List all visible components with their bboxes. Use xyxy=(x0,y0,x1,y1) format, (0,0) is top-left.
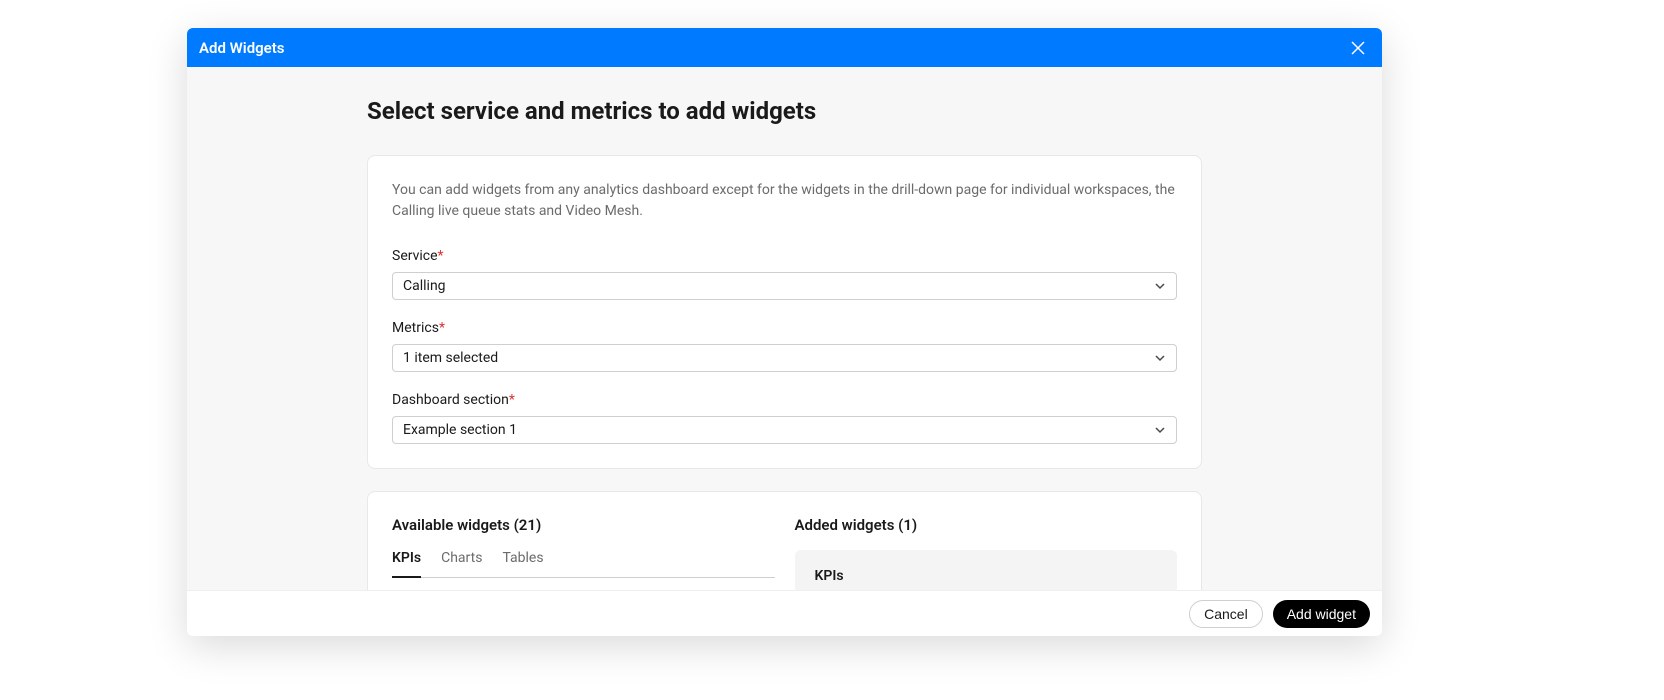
dashboard-section-label: Dashboard section* xyxy=(392,392,1177,408)
added-widgets-column: Added widgets (1) KPIs Avg. Call Leg Aud… xyxy=(795,516,1178,590)
added-widgets-heading: Added widgets (1) xyxy=(795,516,1178,534)
chevron-down-icon xyxy=(1154,424,1166,436)
form-card: You can add widgets from any analytics d… xyxy=(367,155,1202,469)
widgets-columns: Available widgets (21) KPIs Charts Table… xyxy=(392,516,1177,590)
close-button[interactable] xyxy=(1346,36,1370,60)
metrics-value: 1 item selected xyxy=(403,350,498,366)
required-marker: * xyxy=(439,320,445,336)
dashboard-section-select[interactable]: Example section 1 xyxy=(392,416,1177,444)
close-icon xyxy=(1350,40,1366,56)
available-widgets-column: Available widgets (21) KPIs Charts Table… xyxy=(392,516,775,590)
modal-title: Add Widgets xyxy=(199,39,285,57)
required-marker: * xyxy=(509,392,515,408)
form-field-metrics: Metrics* 1 item selected xyxy=(392,320,1177,372)
tab-kpis[interactable]: KPIs xyxy=(392,550,421,578)
required-marker: * xyxy=(438,248,444,264)
widget-tabs: KPIs Charts Tables xyxy=(392,550,775,578)
form-field-service: Service* Calling xyxy=(392,248,1177,300)
tab-tables[interactable]: Tables xyxy=(502,550,543,578)
helper-text: You can add widgets from any analytics d… xyxy=(392,180,1177,222)
add-widget-button[interactable]: Add widget xyxy=(1273,600,1370,628)
modal-footer: Cancel Add widget xyxy=(187,590,1382,636)
available-widgets-heading: Available widgets (21) xyxy=(392,516,775,534)
metrics-label: Metrics* xyxy=(392,320,1177,336)
service-value: Calling xyxy=(403,278,446,294)
tab-charts[interactable]: Charts xyxy=(441,550,482,578)
widgets-card: Available widgets (21) KPIs Charts Table… xyxy=(367,491,1202,590)
dashboard-section-value: Example section 1 xyxy=(403,422,517,438)
added-panel: KPIs Avg. Call Leg Audio Jitter xyxy=(795,550,1178,590)
modal-header: Add Widgets xyxy=(187,28,1382,67)
page-heading: Select service and metrics to add widget… xyxy=(367,97,1202,125)
chevron-down-icon xyxy=(1154,352,1166,364)
chevron-down-icon xyxy=(1154,280,1166,292)
cancel-button[interactable]: Cancel xyxy=(1189,600,1263,628)
add-widgets-modal: Add Widgets Select service and metrics t… xyxy=(187,28,1382,636)
modal-body: Select service and metrics to add widget… xyxy=(187,67,1382,590)
service-label: Service* xyxy=(392,248,1177,264)
added-section-label: KPIs xyxy=(815,568,1158,584)
metrics-select[interactable]: 1 item selected xyxy=(392,344,1177,372)
service-select[interactable]: Calling xyxy=(392,272,1177,300)
form-field-dashboard-section: Dashboard section* Example section 1 xyxy=(392,392,1177,444)
